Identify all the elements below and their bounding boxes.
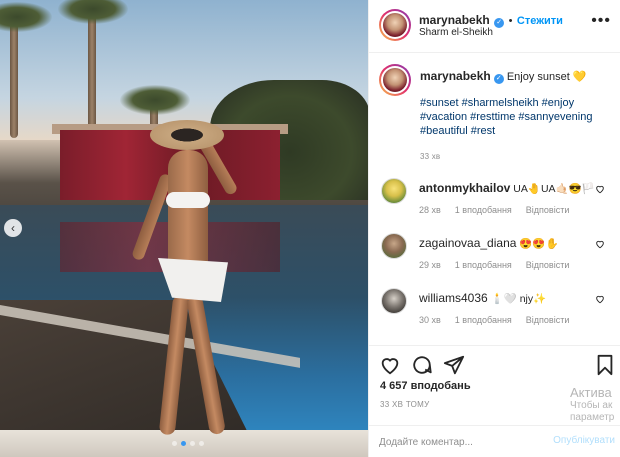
caption-avatar[interactable] (379, 64, 411, 96)
share-icon[interactable] (443, 354, 465, 376)
add-comment-bar: Опублікувати (369, 425, 620, 457)
comment-body: UA🤚UA🤙🏻😎🏳️ (513, 183, 595, 195)
author-avatar[interactable] (379, 9, 411, 41)
caption-text: marynabekh ✓ Enjoy sunset 💛 (420, 69, 615, 84)
post-caption: marynabekh ✓ Enjoy sunset 💛 #sunset #sha… (369, 54, 620, 169)
reply-button[interactable]: Відповісти (526, 260, 570, 270)
comment-text: antonmykhailov UA🤚UA🤙🏻😎🏳️ (419, 181, 595, 195)
comment-body: 🕯️🤍 njy✨ (490, 293, 547, 305)
caption-hashtags[interactable]: #sunset #sharmelsheikh #enjoy #vacation … (420, 96, 610, 138)
carousel-dot (190, 441, 195, 446)
like-heart-icon[interactable] (379, 354, 401, 376)
comment-item: zagainovaa_diana 😍😍✋ 29 хв 1 вподобання … (369, 233, 620, 288)
comment-item: antonmykhailov UA🤚UA🤙🏻😎🏳️ 28 хв 1 вподоб… (369, 178, 620, 233)
comment-input[interactable] (379, 434, 539, 450)
carousel-prev-button[interactable]: ‹ (4, 219, 22, 237)
more-options-icon[interactable]: ••• (591, 12, 611, 30)
post-location[interactable]: Sharm el-Sheikh (419, 27, 493, 38)
publish-button[interactable]: Опублікувати (553, 435, 615, 446)
comment-like-heart-icon[interactable] (595, 294, 605, 304)
carousel-dot (199, 441, 204, 446)
reply-button[interactable]: Відповісти (526, 315, 570, 325)
yellow-heart-emoji: 💛 (572, 71, 587, 83)
comment-text: williams4036 🕯️🤍 njy✨ (419, 291, 546, 305)
palm-tree (88, 10, 96, 135)
comment-icon[interactable] (411, 354, 433, 376)
commenter-avatar[interactable] (381, 233, 407, 259)
comment-time: 28 хв (419, 205, 441, 215)
comment-meta: 29 хв 1 вподобання Відповісти (419, 260, 569, 270)
commenter-avatar[interactable] (381, 288, 407, 314)
comment-body: 😍😍✋ (519, 238, 559, 250)
comment-text: zagainovaa_diana 😍😍✋ (419, 236, 559, 250)
likes-count[interactable]: 4 657 вподобань (380, 380, 471, 392)
caption-body: Enjoy sunset (506, 71, 570, 83)
commenter-username[interactable]: williams4036 (419, 291, 488, 305)
comment-time: 29 хв (419, 260, 441, 270)
verified-badge-icon: ✓ (493, 74, 504, 84)
separator-dot: • (508, 15, 513, 27)
leg (185, 294, 227, 436)
post-photo[interactable]: ‹ (0, 0, 368, 457)
person (118, 110, 268, 440)
post-timestamp: 33 ХВ ТОМУ (380, 400, 430, 409)
post-sidebar: marynabekh ✓ • Стежити Sharm el-Sheikh •… (368, 0, 620, 457)
caption-time: 33 хв (420, 152, 441, 161)
bookmark-icon[interactable] (595, 354, 615, 376)
carousel-dot-active (181, 441, 186, 446)
carousel-indicator (172, 441, 204, 446)
commenter-avatar[interactable] (381, 178, 407, 204)
post-header: marynabekh ✓ • Стежити Sharm el-Sheikh •… (369, 0, 620, 53)
comment-meta: 30 хв 1 вподобання Відповісти (419, 315, 569, 325)
verified-badge-icon: ✓ (494, 18, 505, 28)
author-username[interactable]: marynabekh (419, 13, 490, 27)
comment-like-heart-icon[interactable] (595, 184, 605, 194)
sun-hat (150, 120, 224, 150)
swimsuit-top (166, 192, 210, 208)
arm (130, 172, 174, 262)
post-actions (369, 345, 620, 381)
leg (158, 294, 190, 436)
swimsuit-wrap (158, 258, 228, 302)
comment-likes[interactable]: 1 вподобання (455, 315, 512, 325)
comment-item: williams4036 🕯️🤍 njy✨ 30 хв 1 вподобання… (369, 288, 620, 343)
commenter-username[interactable]: antonmykhailov (419, 181, 510, 195)
comment-time: 30 хв (419, 315, 441, 325)
commenter-username[interactable]: zagainovaa_diana (419, 236, 516, 250)
palm-tree (10, 18, 18, 138)
comment-likes[interactable]: 1 вподобання (455, 260, 512, 270)
comment-meta: 28 хв 1 вподобання Відповісти (419, 205, 569, 215)
follow-button[interactable]: Стежити (517, 15, 563, 27)
comment-like-heart-icon[interactable] (595, 239, 605, 249)
reply-button[interactable]: Відповісти (526, 205, 570, 215)
carousel-dot (172, 441, 177, 446)
comment-likes[interactable]: 1 вподобання (455, 205, 512, 215)
caption-username[interactable]: marynabekh (420, 69, 491, 83)
